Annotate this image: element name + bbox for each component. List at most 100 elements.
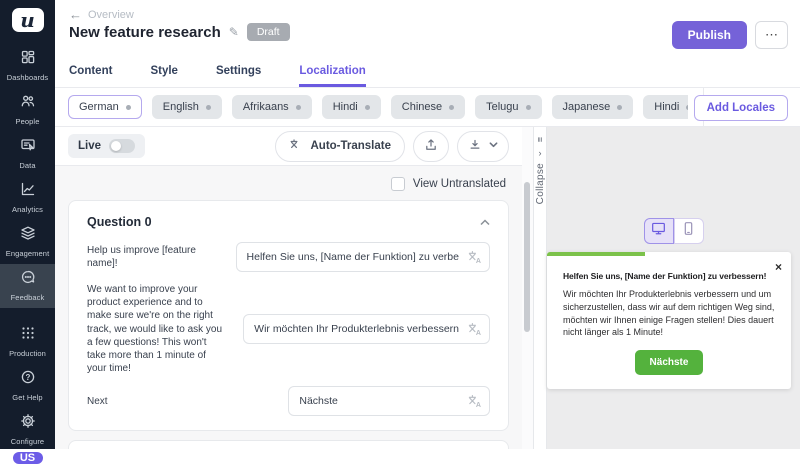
survey-next-button[interactable]: Nächste <box>635 350 704 375</box>
sidebar-item-production[interactable]: Production <box>0 320 55 364</box>
view-untranslated-label: View Untranslated <box>413 178 506 190</box>
sidebar-item-label: Data <box>19 161 35 170</box>
survey-heading: Helfen Sie uns, [Name der Funktion] zu v… <box>563 271 775 281</box>
locale-chip-chinese[interactable]: Chinese <box>391 95 465 119</box>
sidebar-item-analytics[interactable]: Analytics <box>0 176 55 220</box>
translation-row: We want to improve your product experien… <box>87 283 490 375</box>
locale-chip-japanese[interactable]: Japanese <box>552 95 634 119</box>
sidebar-item-label: Engagement <box>6 249 50 258</box>
locale-chip-hindi-2[interactable]: Hindi <box>643 95 688 119</box>
add-locales-button[interactable]: Add Locales <box>694 95 788 121</box>
sidebar-item-label: People <box>16 117 40 126</box>
live-toggle[interactable] <box>109 139 135 153</box>
locale-status-dot <box>526 105 531 110</box>
chevron-right-icon: › <box>539 149 542 158</box>
sidebar-item-people[interactable]: People <box>0 88 55 132</box>
page-header: ← Overview New feature research ✎ Draft … <box>55 0 800 55</box>
more-options-icon: ⋯ <box>765 27 778 42</box>
breadcrumb[interactable]: ← Overview <box>69 7 134 22</box>
locale-chip-afrikaans[interactable]: Afrikaans <box>232 95 312 119</box>
download-icon <box>468 138 482 155</box>
source-text: Help us improve [feature name]! <box>87 244 220 270</box>
translate-icon[interactable]: A <box>467 394 482 409</box>
translate-icon[interactable]: A <box>467 250 482 265</box>
locale-chip-hindi[interactable]: Hindi <box>322 95 381 119</box>
sidebar-item-label: Get Help <box>12 393 42 402</box>
breadcrumb-label[interactable]: Overview <box>88 9 134 21</box>
tab-bar: Content Style Settings Localization <box>55 55 800 88</box>
locale-status-dot <box>296 105 301 110</box>
translation-input[interactable]: Wir möchten Ihr Produkterlebnis verbesse… <box>243 314 490 344</box>
more-options-button[interactable]: ⋯ <box>755 21 788 49</box>
locale-status-dot <box>617 105 622 110</box>
dashboards-icon <box>20 49 36 70</box>
chevron-down-icon <box>489 140 498 152</box>
engagement-icon <box>20 225 36 246</box>
tab-style[interactable]: Style <box>150 65 178 87</box>
sidebar-item-feedback[interactable]: Feedback <box>0 264 55 308</box>
logo-letter: u <box>20 8 35 32</box>
device-toggle <box>644 218 704 244</box>
locale-chip-german[interactable]: German <box>68 95 142 119</box>
translation-input[interactable]: Helfen Sie uns, [Name der Funktion] zu v… <box>236 242 490 272</box>
collapse-preview-strip[interactable]: ≡ › Collapse <box>533 127 547 449</box>
live-label: Live <box>78 140 101 152</box>
monitor-icon <box>651 221 666 241</box>
translation-input[interactable]: Nächste A <box>288 386 490 416</box>
tab-localization[interactable]: Localization <box>299 65 365 87</box>
scrollbar-thumb[interactable] <box>524 182 530 332</box>
analytics-icon <box>20 181 36 202</box>
sidebar-item-get-help[interactable]: ? Get Help <box>0 364 55 408</box>
upload-button[interactable] <box>413 131 449 162</box>
tab-content[interactable]: Content <box>69 65 112 87</box>
sidebar-item-label: Configure <box>11 437 44 446</box>
download-button[interactable] <box>457 131 509 162</box>
preview-panel: × Helfen Sie uns, [Name der Funktion] zu… <box>547 127 800 449</box>
translation-row: Next Nächste A <box>87 386 490 416</box>
sidebar-item-label: Dashboards <box>7 73 48 82</box>
view-untranslated-checkbox[interactable] <box>391 177 405 191</box>
help-icon: ? <box>20 369 36 390</box>
sidebar-item-data[interactable]: Data <box>0 132 55 176</box>
locales-bar: German English Afrikaans Hindi Chinese T… <box>55 88 800 127</box>
locale-chip-english[interactable]: English <box>152 95 222 119</box>
auto-translate-button[interactable]: A Auto-Translate <box>275 131 405 162</box>
edit-title-icon[interactable]: ✎ <box>229 25 239 39</box>
upload-icon <box>424 138 438 155</box>
sidebar-item-dashboards[interactable]: Dashboards <box>0 44 55 88</box>
sidebar-item-engagement[interactable]: Engagement <box>0 220 55 264</box>
source-text: Next <box>87 395 272 408</box>
collapse-section-icon[interactable] <box>480 213 490 231</box>
avatar-initials: US <box>20 452 35 464</box>
locale-status-dot <box>686 105 688 110</box>
question-title: Question 0 <box>87 215 152 229</box>
live-toggle-group: Live <box>68 134 145 158</box>
svg-text:A: A <box>476 402 481 408</box>
sidebar-item-label: Production <box>9 349 46 358</box>
svg-text:A: A <box>298 145 303 151</box>
sidebar-item-configure[interactable]: Configure <box>0 408 55 452</box>
production-icon <box>20 325 36 346</box>
page-title: New feature research <box>69 24 221 41</box>
question-card-2: Question 2 What are your main use cases … <box>68 440 509 449</box>
survey-body-text: Wir möchten Ihr Produkterlebnis verbesse… <box>563 288 775 339</box>
translate-icon[interactable]: A <box>467 322 482 337</box>
publish-button[interactable]: Publish <box>672 21 747 49</box>
svg-text:A: A <box>476 330 481 336</box>
tab-settings[interactable]: Settings <box>216 65 261 87</box>
scrollbar-track <box>522 127 533 449</box>
source-text: We want to improve your product experien… <box>87 283 227 375</box>
close-icon[interactable]: × <box>775 260 782 274</box>
back-arrow-icon[interactable]: ← <box>69 7 82 22</box>
user-avatar[interactable]: US <box>13 452 43 464</box>
feedback-icon <box>20 269 36 290</box>
desktop-preview-button[interactable] <box>644 218 674 244</box>
view-untranslated-control[interactable]: View Untranslated <box>68 177 506 191</box>
translate-icon: A <box>289 138 303 155</box>
localization-toolbar: Live A Auto-Translate <box>55 127 522 166</box>
mobile-preview-button[interactable] <box>674 218 704 244</box>
app-logo[interactable]: u <box>12 8 44 32</box>
survey-preview-card: × Helfen Sie uns, [Name der Funktion] zu… <box>547 252 791 389</box>
gear-icon <box>20 413 36 434</box>
locale-chip-telugu[interactable]: Telugu <box>475 95 541 119</box>
